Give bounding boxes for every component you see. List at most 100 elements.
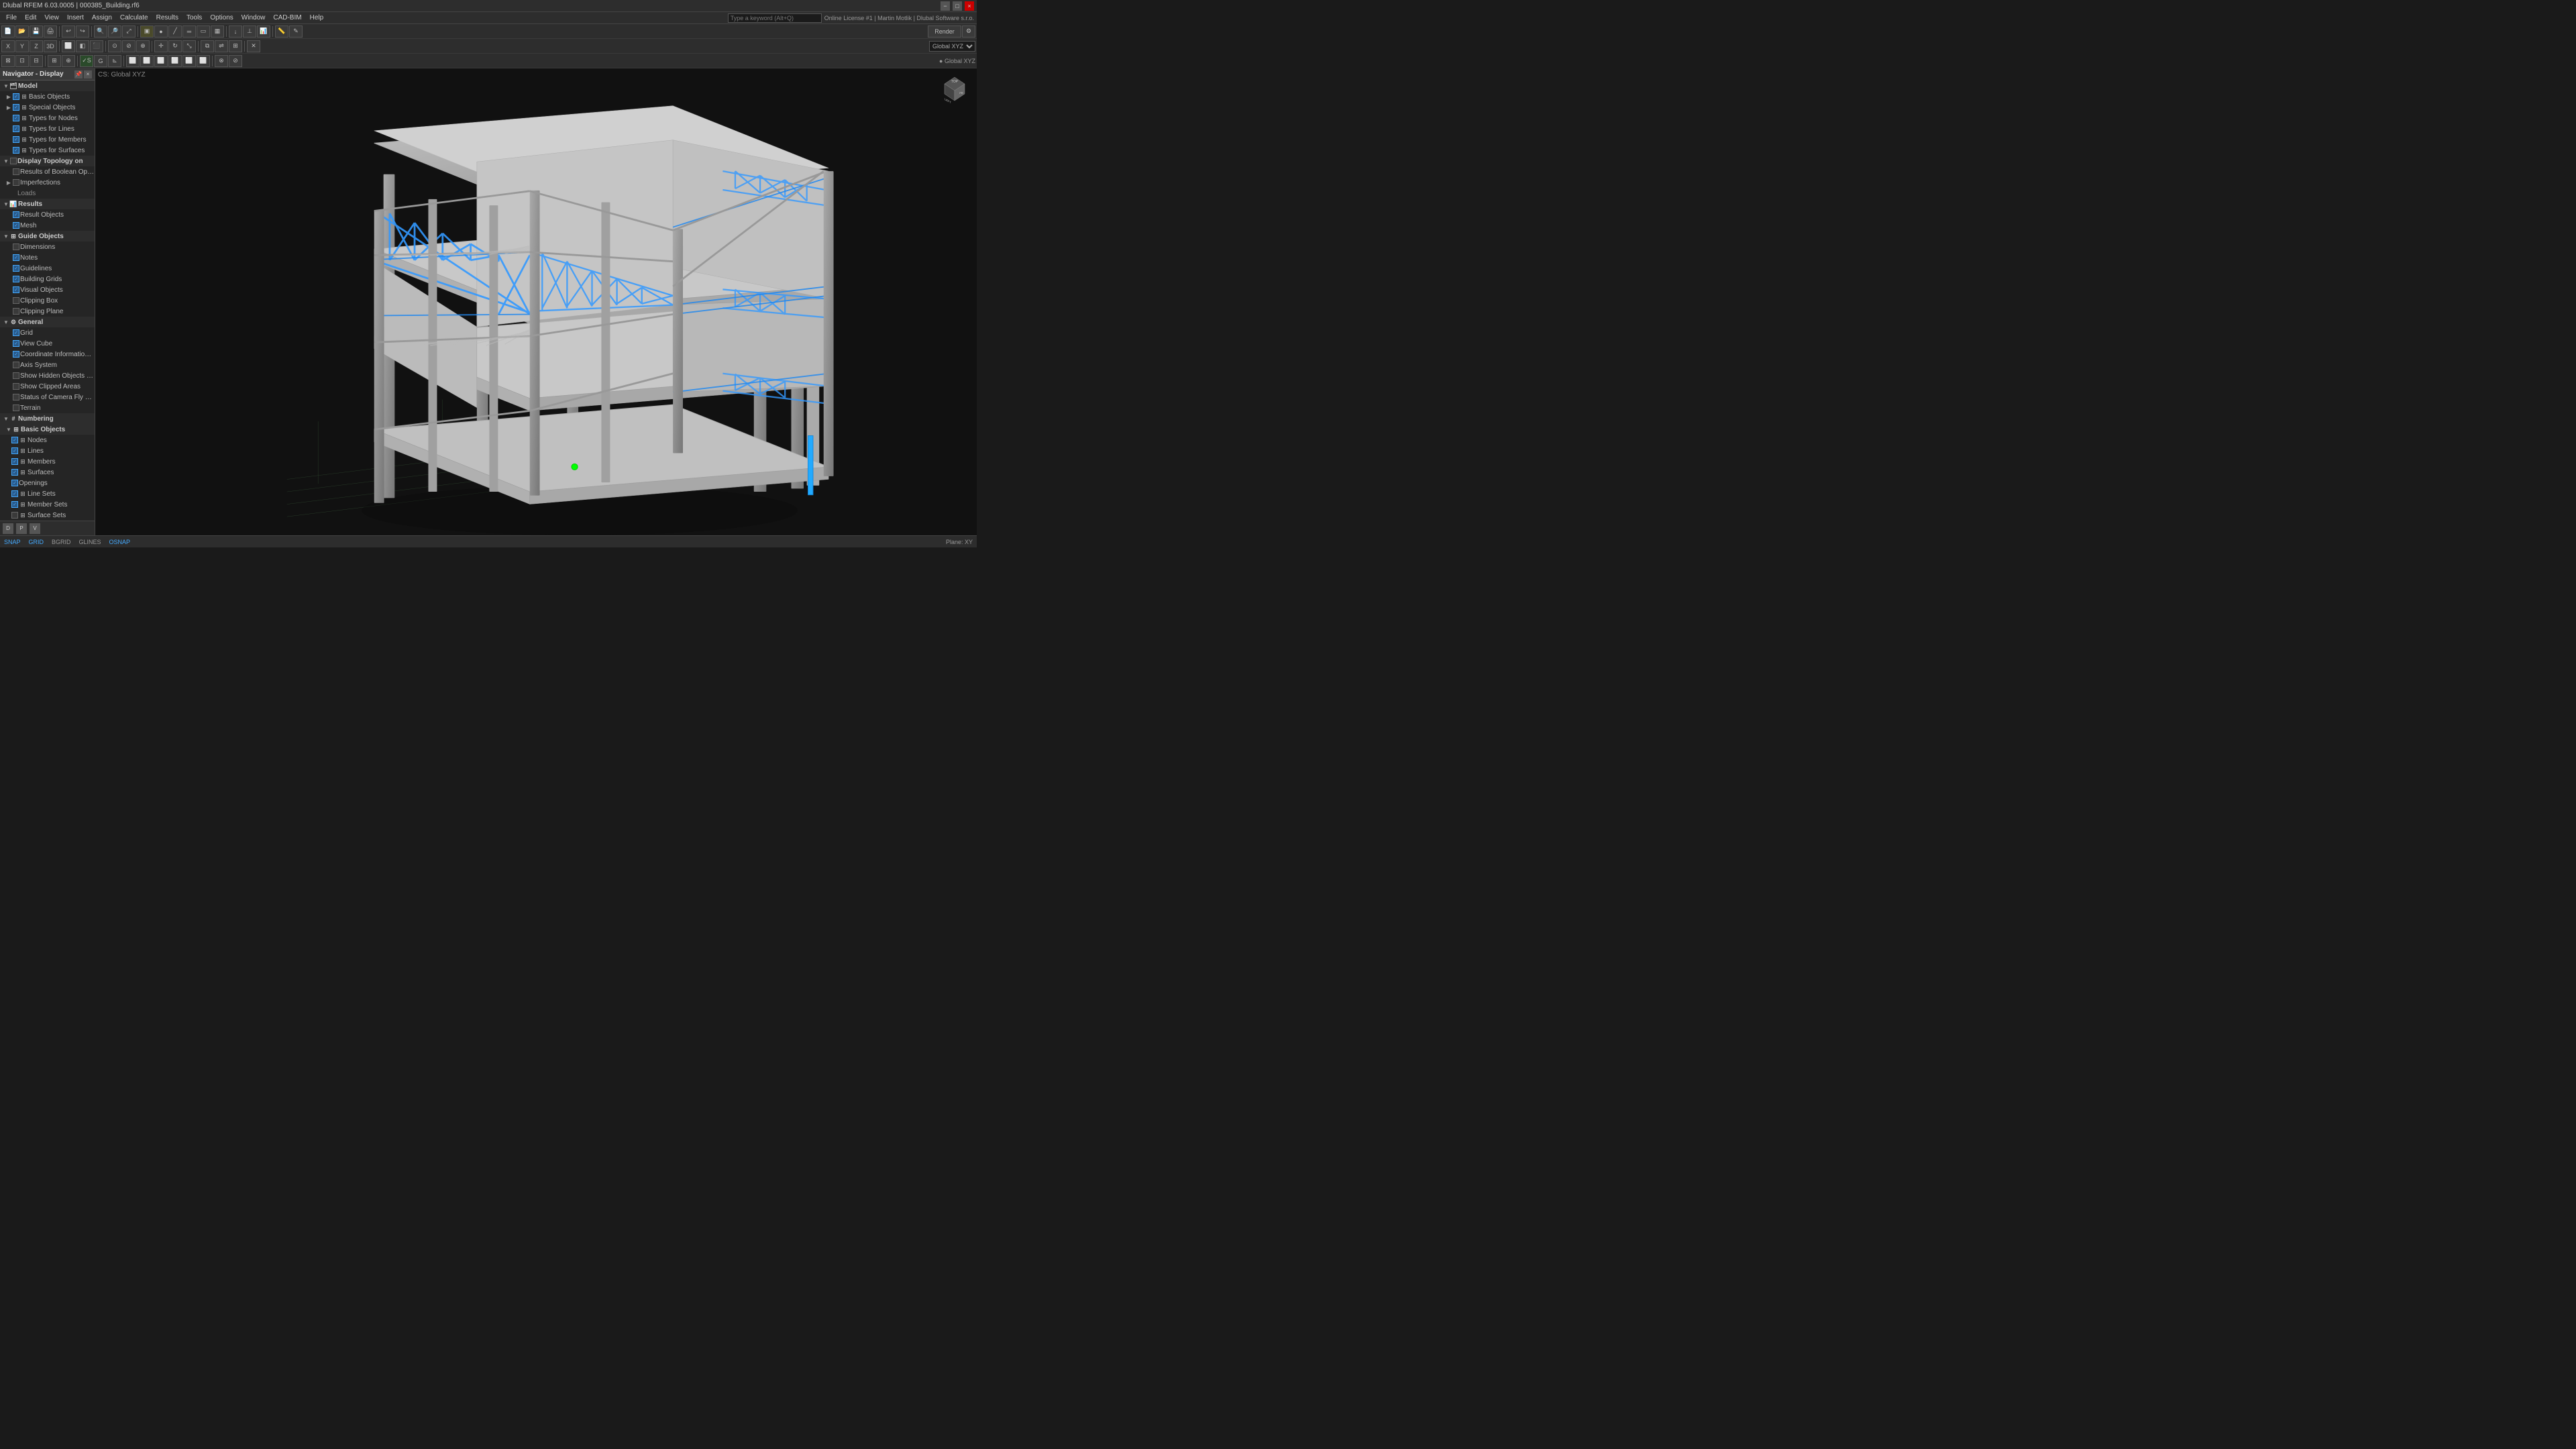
tb-settings[interactable]: ⚙ xyxy=(962,25,975,38)
tb3-pick[interactable]: ⊕ xyxy=(62,55,75,67)
cb-hidden-bg[interactable] xyxy=(13,372,19,379)
tb2-snap-mid[interactable]: ⊕ xyxy=(136,40,150,52)
tb-zoom-in[interactable]: 🔍 xyxy=(94,25,107,38)
tb3-back[interactable]: ⬜ xyxy=(140,55,154,67)
cb-terrain[interactable] xyxy=(13,405,19,411)
cb-num-members[interactable]: ✓ xyxy=(11,458,18,465)
search-input[interactable] xyxy=(728,13,822,23)
viewport-3d[interactable]: CS: Global XYZ TOP LEFT FR xyxy=(95,68,977,535)
tb3-clipping[interactable]: ⊗ xyxy=(215,55,228,67)
cb-imperfections[interactable] xyxy=(13,179,19,186)
cb-num-membersets[interactable]: ✓ xyxy=(11,501,18,508)
tb3-ortho[interactable]: ⊾ xyxy=(108,55,121,67)
menu-cadbim[interactable]: CAD-BIM xyxy=(270,13,305,22)
tree-clipping-box[interactable]: Clipping Box xyxy=(0,295,95,306)
tree-types-lines[interactable]: ✓ ⊞ Types for Lines xyxy=(0,123,95,134)
cb-special-objects[interactable]: ✓ xyxy=(13,104,19,111)
status-osnap[interactable]: OSNAP xyxy=(109,539,131,545)
tb-annotate[interactable]: ✎ xyxy=(289,25,303,38)
tb2-solid[interactable]: ⬛ xyxy=(90,40,103,52)
tb2-scale[interactable]: ⤡ xyxy=(182,40,196,52)
tree-special-objects[interactable]: ▶ ✓ ⊞ Special Objects xyxy=(0,102,95,113)
tree-num-nodes[interactable]: ✓ ⊞ Nodes xyxy=(0,435,95,445)
tb2-snap-node[interactable]: ⊙ xyxy=(108,40,121,52)
tb3-left[interactable]: ⬜ xyxy=(154,55,168,67)
tb3-snap-toggle[interactable]: ✓S xyxy=(80,55,93,67)
tree-types-nodes[interactable]: ✓ ⊞ Types for Nodes xyxy=(0,113,95,123)
tb-undo[interactable]: ↩ xyxy=(62,25,75,38)
menu-window[interactable]: Window xyxy=(238,13,269,22)
menu-view[interactable]: View xyxy=(41,13,62,22)
tree-building-grids[interactable]: ✓ Building Grids xyxy=(0,274,95,284)
tree-guide-objects[interactable]: ▼ ⊞ Guide Objects xyxy=(0,231,95,241)
cb-bool-ops[interactable] xyxy=(13,168,19,175)
tree-mesh[interactable]: ✓ Mesh xyxy=(0,220,95,231)
menu-options[interactable]: Options xyxy=(207,13,236,22)
tree-types-members[interactable]: ✓ ⊞ Types for Members xyxy=(0,134,95,145)
cb-camera-status[interactable] xyxy=(13,394,19,400)
cb-dimensions[interactable] xyxy=(13,244,19,250)
tree-results[interactable]: ▼ 📊 Results xyxy=(0,199,95,209)
cb-result-objects[interactable]: ✓ xyxy=(13,211,19,218)
cb-num-nodes[interactable]: ✓ xyxy=(11,437,18,443)
tb3-deselect[interactable]: ⊡ xyxy=(15,55,29,67)
tb-node[interactable]: ● xyxy=(154,25,168,38)
tree-hidden-bg[interactable]: Show Hidden Objects in Backgro... xyxy=(0,370,95,381)
menu-file[interactable]: File xyxy=(3,13,20,22)
tb-render[interactable]: Render xyxy=(928,25,961,38)
tb-measure[interactable]: 📏 xyxy=(275,25,288,38)
tb2-copy[interactable]: ⧉ xyxy=(201,40,214,52)
tb-new[interactable]: 📄 xyxy=(1,25,15,38)
tb3-top[interactable]: ⬜ xyxy=(182,55,196,67)
tree-num-basic[interactable]: ▼ ⊞ Basic Objects xyxy=(0,424,95,435)
cb-view-cube[interactable]: ✓ xyxy=(13,340,19,347)
cb-num-lines[interactable]: ✓ xyxy=(11,447,18,454)
tree-num-lines[interactable]: ✓ ⊞ Lines xyxy=(0,445,95,456)
status-grid[interactable]: GRID xyxy=(29,539,44,545)
nav-close[interactable]: × xyxy=(84,70,92,78)
cb-types-nodes[interactable]: ✓ xyxy=(13,115,19,121)
tree-notes[interactable]: ✓ Notes xyxy=(0,252,95,263)
tb-select[interactable]: ▣ xyxy=(140,25,154,38)
tb-solid[interactable]: ▦ xyxy=(211,25,224,38)
tb3-front[interactable]: ⬜ xyxy=(126,55,140,67)
tb-zoom-all[interactable]: ⤢ xyxy=(122,25,136,38)
tree-num-membersets[interactable]: ✓ ⊞ Member Sets xyxy=(0,499,95,510)
tb3-invert[interactable]: ⊟ xyxy=(30,55,43,67)
tree-general[interactable]: ▼ ⚙ General xyxy=(0,317,95,327)
tree-num-linesets[interactable]: ✓ ⊞ Line Sets xyxy=(0,488,95,499)
cb-types-members[interactable]: ✓ xyxy=(13,136,19,143)
tree-visual-objects[interactable]: ✓ Visual Objects xyxy=(0,284,95,295)
maximize-button[interactable]: □ xyxy=(953,1,962,11)
menu-assign[interactable]: Assign xyxy=(89,13,115,22)
cb-num-surfaces[interactable]: ✓ xyxy=(11,469,18,476)
cb-guidelines[interactable]: ✓ xyxy=(13,265,19,272)
cb-display-topology[interactable] xyxy=(10,158,17,164)
tb-support[interactable]: ⊥ xyxy=(243,25,256,38)
tree-coord-cursor[interactable]: ✓ Coordinate Information on Cursor xyxy=(0,349,95,360)
tb-open[interactable]: 📂 xyxy=(15,25,29,38)
cb-clipping-box[interactable] xyxy=(13,297,19,304)
tb-print[interactable]: 🖨 xyxy=(44,25,57,38)
tb2-yview[interactable]: Y xyxy=(15,40,29,52)
tree-num-openings[interactable]: ✓ Openings xyxy=(0,478,95,488)
cb-num-linesets[interactable]: ✓ xyxy=(11,490,18,497)
tb-line[interactable]: ╱ xyxy=(168,25,182,38)
close-button[interactable]: × xyxy=(965,1,974,11)
tree-view-cube[interactable]: ✓ View Cube xyxy=(0,338,95,349)
cb-num-openings[interactable]: ✓ xyxy=(11,480,18,486)
tb2-array[interactable]: ⊞ xyxy=(229,40,242,52)
nav-pin[interactable]: 📌 xyxy=(74,70,83,78)
tree-axis-system[interactable]: Axis System xyxy=(0,360,95,370)
tb-member[interactable]: ═ xyxy=(182,25,196,38)
nav-project-btn[interactable]: P xyxy=(16,523,27,534)
status-bgrid[interactable]: BGRID xyxy=(52,539,71,545)
menu-results[interactable]: Results xyxy=(153,13,182,22)
tb2-shaded[interactable]: ◧ xyxy=(76,40,89,52)
tree-clipped-areas[interactable]: Show Clipped Areas xyxy=(0,381,95,392)
nav-views-btn[interactable]: V xyxy=(30,523,40,534)
cb-building-grids[interactable]: ✓ xyxy=(13,276,19,282)
tree-num-surfacesets[interactable]: ⊞ Surface Sets xyxy=(0,510,95,521)
cb-grid[interactable]: ✓ xyxy=(13,329,19,336)
menu-insert[interactable]: Insert xyxy=(64,13,87,22)
